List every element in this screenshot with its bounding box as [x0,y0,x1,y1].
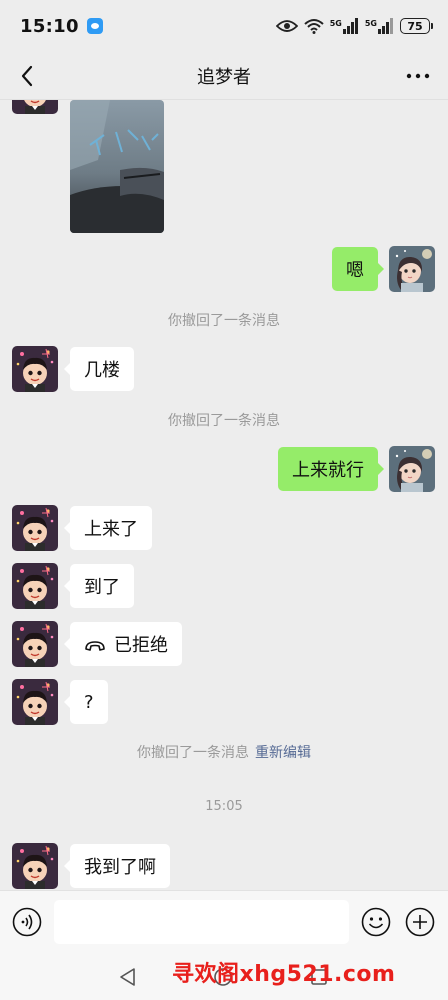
app-notification-icon [86,18,103,34]
chat-area[interactable]: 嗯 你撤回了一条消息 几楼 你撤回了一条消息 上来就行 上来了 到了 已拒绝 ?… [0,100,448,890]
message-bubble-incoming[interactable]: 到了 [64,564,134,608]
system-message: 你撤回了一条消息 [0,310,448,330]
message-row: 上来就行 [0,446,448,492]
message-row: 到了 [0,563,448,609]
contact-avatar[interactable] [12,505,58,551]
input-bar [0,890,448,952]
signal-icon-2: 5G [365,18,394,34]
message-bubble-incoming[interactable]: 上来了 [64,506,152,550]
contact-avatar[interactable] [12,621,58,667]
message-row: 我到了啊 [0,843,448,889]
chevron-left-icon[interactable] [14,62,42,90]
plus-icon[interactable] [405,907,435,937]
contact-avatar[interactable] [12,346,58,392]
system-message-text: 你撤回了一条消息 [168,313,280,329]
system-message: 你撤回了一条消息 [0,410,448,430]
message-bubble-outgoing[interactable]: 上来就行 [278,447,384,491]
re-edit-link[interactable]: 重新编辑 [255,745,311,761]
more-dots-icon[interactable] [404,62,432,90]
status-bar: 15:10 5G 5G 75 [0,0,448,52]
system-back-icon[interactable] [117,966,139,988]
voice-call-message[interactable]: 已拒绝 [64,622,182,666]
message-row: ? [0,679,448,725]
network-label-1: 5G [329,19,342,28]
message-row [0,100,448,233]
message-row: 嗯 [0,246,448,292]
emoji-icon[interactable] [361,907,391,937]
wifi-icon [304,18,324,34]
message-bubble-outgoing[interactable]: 嗯 [332,247,384,291]
message-bubble-incoming[interactable]: 几楼 [64,347,134,391]
system-message-text: 你撤回了一条消息 [137,745,249,761]
photo-message[interactable] [70,100,164,233]
watermark-text: 寻欢阁xhg521.com [172,962,396,987]
status-icons: 5G 5G 75 [275,18,433,34]
timestamp: 15:05 [0,799,448,814]
my-avatar[interactable] [389,446,435,492]
contact-avatar[interactable] [12,843,58,889]
eye-icon [275,19,298,33]
message-row: 几楼 [0,346,448,392]
my-avatar[interactable] [389,246,435,292]
chat-header: 追梦者 [0,52,448,100]
system-message-text: 你撤回了一条消息 [168,413,280,429]
system-message: 你撤回了一条消息 重新编辑 [0,742,448,762]
battery-icon: 75 [400,18,433,34]
message-row: 已拒绝 [0,621,448,667]
signal-icon-1: 5G [330,18,359,34]
status-time: 15:10 [20,15,79,37]
call-status-text: 已拒绝 [114,635,168,656]
voice-icon[interactable] [12,907,42,937]
message-input[interactable] [54,900,349,944]
chat-title: 追梦者 [197,66,251,88]
contact-avatar[interactable] [12,679,58,725]
contact-avatar[interactable] [12,563,58,609]
message-bubble-incoming[interactable]: ? [64,680,108,724]
phone-hangup-icon [84,637,106,651]
message-bubble-incoming[interactable]: 我到了啊 [64,844,170,888]
network-label-2: 5G [364,19,377,28]
contact-avatar[interactable] [12,100,58,114]
battery-level: 75 [407,19,423,33]
message-row: 上来了 [0,505,448,551]
timestamp-text: 15:05 [205,799,243,814]
